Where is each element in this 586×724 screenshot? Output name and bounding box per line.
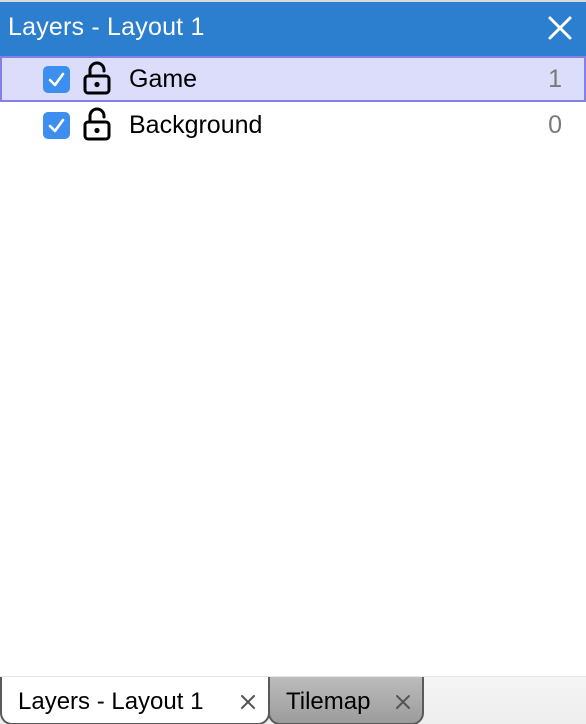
layer-row-background[interactable]: Background 0 (0, 102, 586, 148)
layer-visibility-checkbox[interactable] (43, 66, 70, 93)
layer-name: Game (129, 65, 198, 93)
checkmark-icon (48, 72, 65, 87)
tab-tilemap[interactable]: Tilemap (268, 677, 424, 724)
checkmark-icon (48, 118, 65, 133)
tab-label: Layers - Layout 1 (18, 688, 204, 715)
panel-title: Layers - Layout 1 (8, 13, 205, 41)
tab-bar: Layers - Layout 1 Tilemap (0, 676, 586, 724)
close-icon (548, 16, 572, 40)
layer-row-game[interactable]: Game 1 (0, 56, 586, 102)
layer-index: 1 (548, 65, 562, 93)
layer-visibility-checkbox[interactable] (43, 112, 70, 139)
layer-name: Background (129, 111, 263, 139)
tab-close-button[interactable] (395, 694, 411, 710)
unlock-icon[interactable] (82, 107, 112, 141)
layer-list: Game 1 Background 0 (0, 56, 586, 148)
tab-close-button[interactable] (240, 694, 256, 710)
layers-panel: Layers - Layout 1 Game 1 Background 0 La… (0, 0, 586, 724)
panel-titlebar: Layers - Layout 1 (0, 0, 586, 56)
unlock-icon[interactable] (82, 61, 112, 95)
tab-layers-layout-1[interactable]: Layers - Layout 1 (0, 677, 270, 724)
close-icon (396, 695, 410, 709)
close-icon (241, 695, 255, 709)
tab-label: Tilemap (286, 688, 371, 715)
layer-index: 0 (548, 111, 562, 139)
close-panel-button[interactable] (546, 14, 574, 42)
